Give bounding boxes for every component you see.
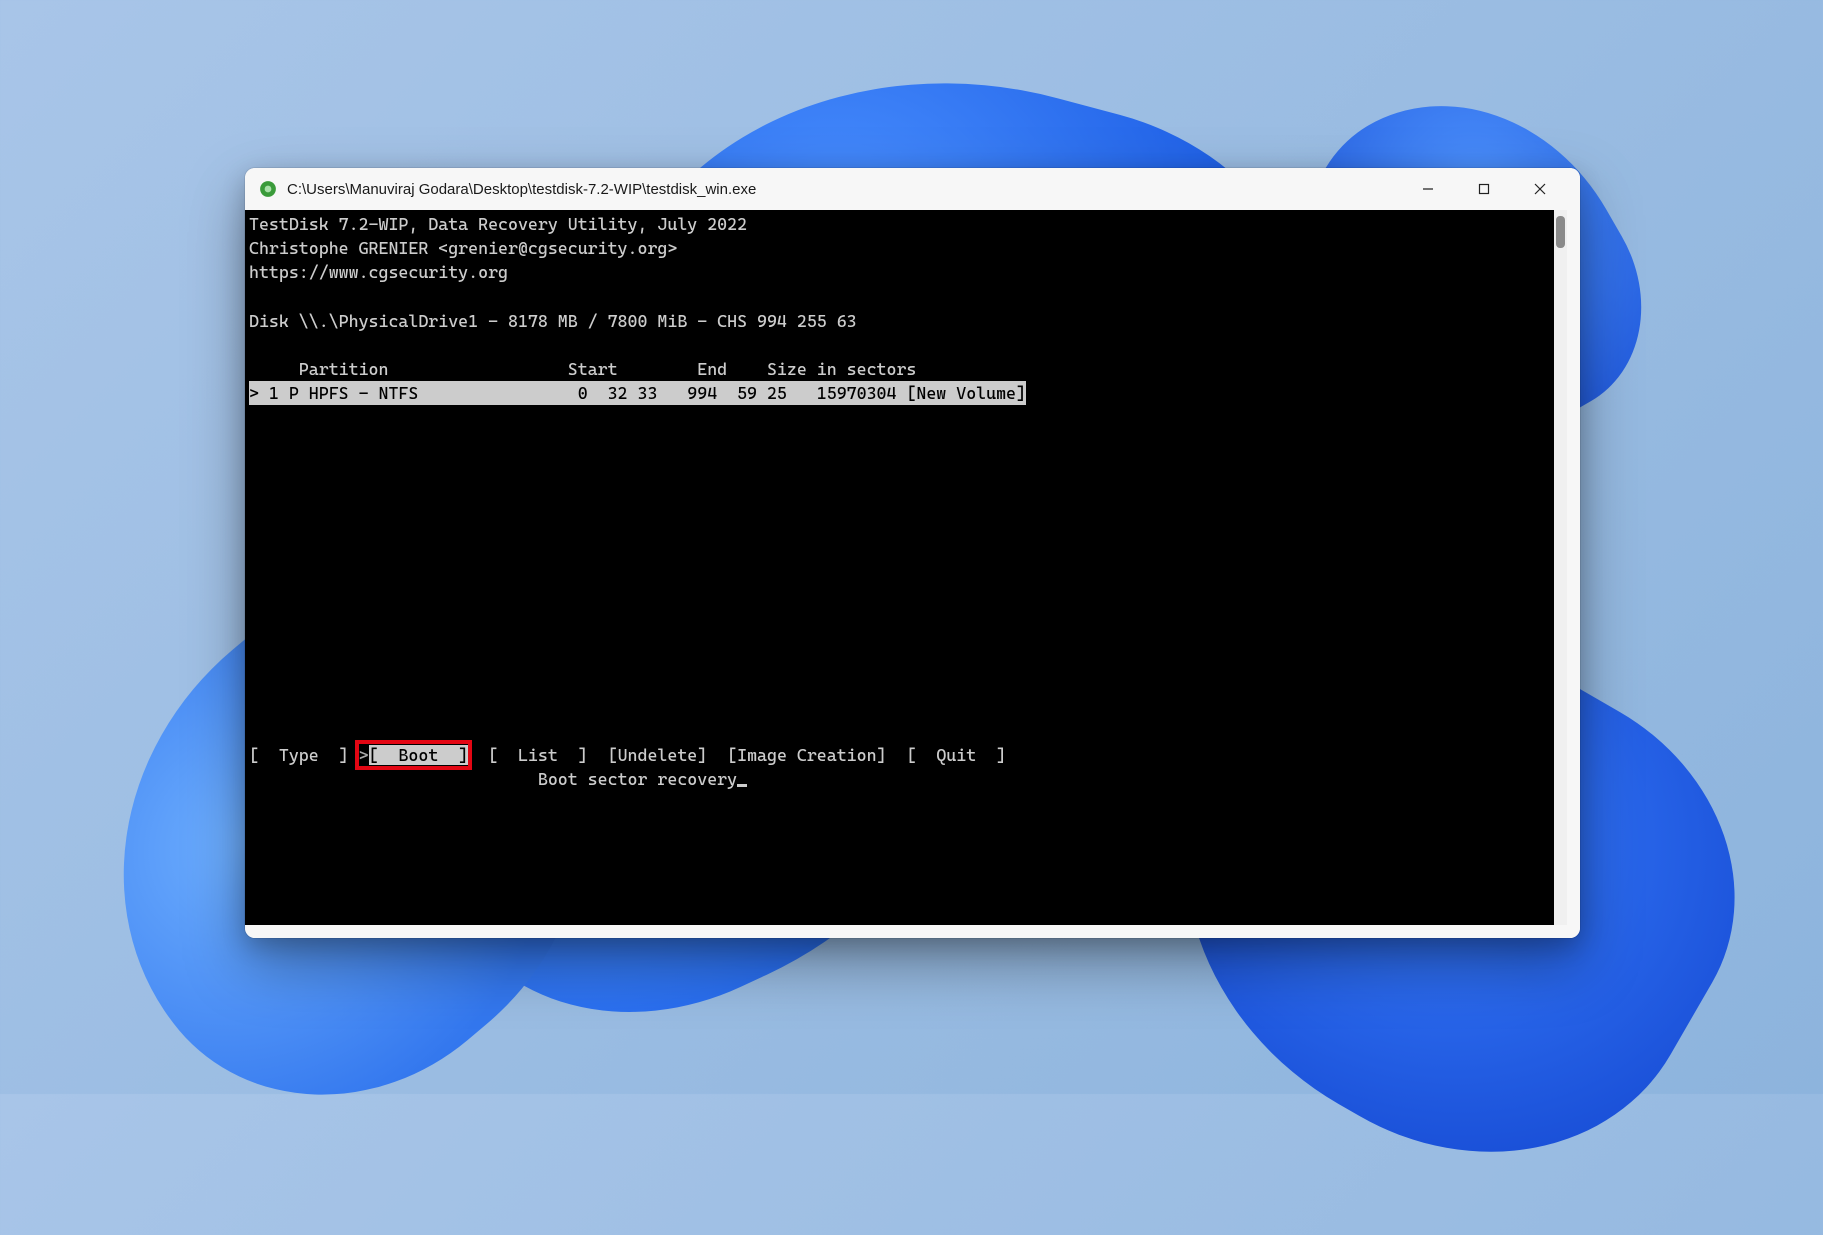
menu-quit[interactable]: [ Quit ] <box>906 745 1006 765</box>
window-title: C:\Users\Manuviraj Godara\Desktop\testdi… <box>287 181 1400 198</box>
app-header-2: Christophe GRENIER <grenier@cgsecurity.o… <box>249 238 677 258</box>
minimize-button[interactable] <box>1400 168 1456 210</box>
menu-undelete[interactable]: [Undelete] <box>608 745 708 765</box>
disk-info: Disk \\.\PhysicalDrive1 - 8178 MB / 7800… <box>249 311 857 331</box>
close-icon <box>1534 183 1546 195</box>
scrollbar-thumb[interactable] <box>1556 216 1565 248</box>
close-button[interactable] <box>1512 168 1568 210</box>
partition-table-header: Partition Start End Size in sectors <box>249 359 916 379</box>
window-controls <box>1400 168 1568 210</box>
maximize-button[interactable] <box>1456 168 1512 210</box>
terminal-container: TestDisk 7.2-WIP, Data Recovery Utility,… <box>245 210 1580 938</box>
app-header-1: TestDisk 7.2-WIP, Data Recovery Utility,… <box>249 214 747 234</box>
menu-type[interactable]: [ Type ] <box>249 745 349 765</box>
scrollbar[interactable] <box>1554 210 1567 925</box>
minimize-icon <box>1422 183 1434 195</box>
menu-boot-selected[interactable]: >[ Boot ] <box>359 743 469 767</box>
maximize-icon <box>1478 183 1490 195</box>
menu-boot-label: [ Boot ] <box>369 745 469 765</box>
app-header-3: https://www.cgsecurity.org <box>249 262 508 282</box>
menu-list[interactable]: [ List ] <box>488 745 588 765</box>
partition-row-selected[interactable]: > 1 P HPFS - NTFS 0 32 33 994 59 25 1597… <box>249 381 1026 405</box>
titlebar[interactable]: C:\Users\Manuviraj Godara\Desktop\testdi… <box>245 168 1580 210</box>
menu-image-creation[interactable]: [Image Creation] <box>727 745 886 765</box>
app-window: C:\Users\Manuviraj Godara\Desktop\testdi… <box>245 168 1580 938</box>
cursor <box>737 784 747 787</box>
menu-bar: [ Type ] >[ Boot ] [ List ] [Undelete] [… <box>249 745 1006 765</box>
menu-boot-indicator: > <box>359 745 369 765</box>
menu-hint: Boot sector recovery <box>538 769 737 789</box>
terminal[interactable]: TestDisk 7.2-WIP, Data Recovery Utility,… <box>245 210 1554 925</box>
app-icon <box>259 180 277 198</box>
